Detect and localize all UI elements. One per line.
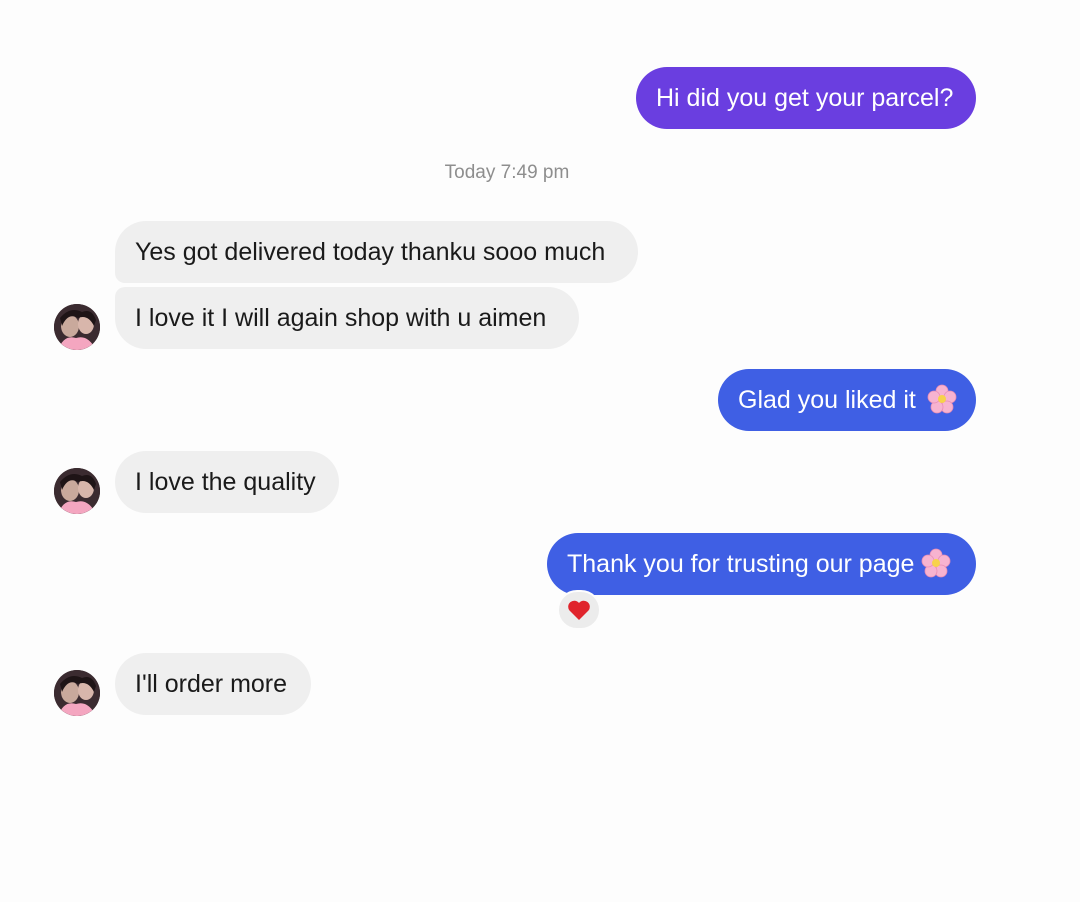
- incoming-message-bubble[interactable]: I love it I will again shop with u aimen: [115, 287, 579, 349]
- contact-avatar[interactable]: [54, 468, 100, 514]
- outgoing-message-bubble[interactable]: Glad you liked it: [718, 369, 976, 431]
- message-text: I'll order more: [135, 670, 288, 698]
- message-text: Thank you for trusting our page: [567, 550, 915, 578]
- incoming-message-bubble[interactable]: Yes got delivered today thanku sooo much: [115, 221, 638, 283]
- cherry-blossom-icon: [927, 384, 957, 414]
- contact-avatar[interactable]: [54, 670, 100, 716]
- avatar-photo: [54, 468, 100, 514]
- outgoing-message-bubble[interactable]: Hi did you get your parcel?: [636, 67, 976, 129]
- cherry-blossom-icon: [921, 548, 951, 578]
- message-text: I love it I will again shop with u aimen: [135, 304, 547, 332]
- incoming-message-bubble[interactable]: I love the quality: [115, 451, 339, 513]
- outgoing-message-bubble[interactable]: Thank you for trusting our page: [547, 533, 976, 595]
- message-timestamp: Today 7:49 pm: [444, 162, 570, 183]
- message-text: Yes got delivered today thanku sooo much: [135, 238, 606, 266]
- message-text: I love the quality: [135, 468, 316, 496]
- chat-thread: Hi did you get your parcel? Today 7:49 p…: [0, 0, 1080, 902]
- avatar-photo: [54, 304, 100, 350]
- avatar-photo: [54, 670, 100, 716]
- contact-avatar[interactable]: [54, 304, 100, 350]
- message-reaction[interactable]: [557, 590, 601, 630]
- message-text: Hi did you get your parcel?: [656, 84, 954, 112]
- heart-icon: [568, 600, 590, 620]
- message-text: Glad you liked it: [738, 386, 916, 414]
- incoming-message-bubble[interactable]: I'll order more: [115, 653, 311, 715]
